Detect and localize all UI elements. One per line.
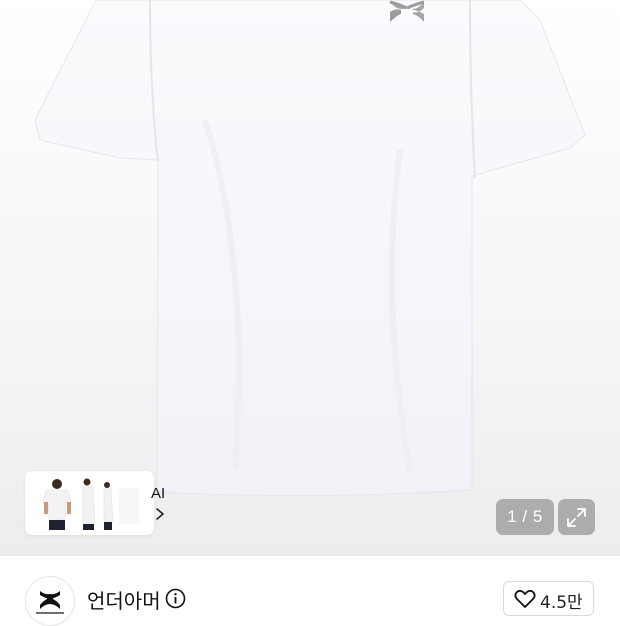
expand-image-button[interactable] <box>558 499 595 535</box>
info-icon[interactable] <box>165 588 186 609</box>
ai-model-thumbnail <box>31 476 141 530</box>
like-count: 4.5만 <box>540 593 583 613</box>
expand-icon <box>567 508 586 527</box>
store-logo[interactable] <box>25 576 75 626</box>
product-image-gallery[interactable]: AI 1 / 5 <box>0 0 620 556</box>
image-counter: 1 / 5 <box>496 499 554 535</box>
like-button[interactable]: 4.5만 <box>503 581 594 616</box>
store-name[interactable]: 언더아머 <box>87 585 161 614</box>
ai-styling-card[interactable]: AI <box>25 471 165 535</box>
heart-outline-icon <box>514 589 536 608</box>
chevron-right-icon <box>156 508 164 520</box>
under-armour-logo-icon <box>36 591 64 614</box>
ai-label: AI <box>151 485 166 502</box>
